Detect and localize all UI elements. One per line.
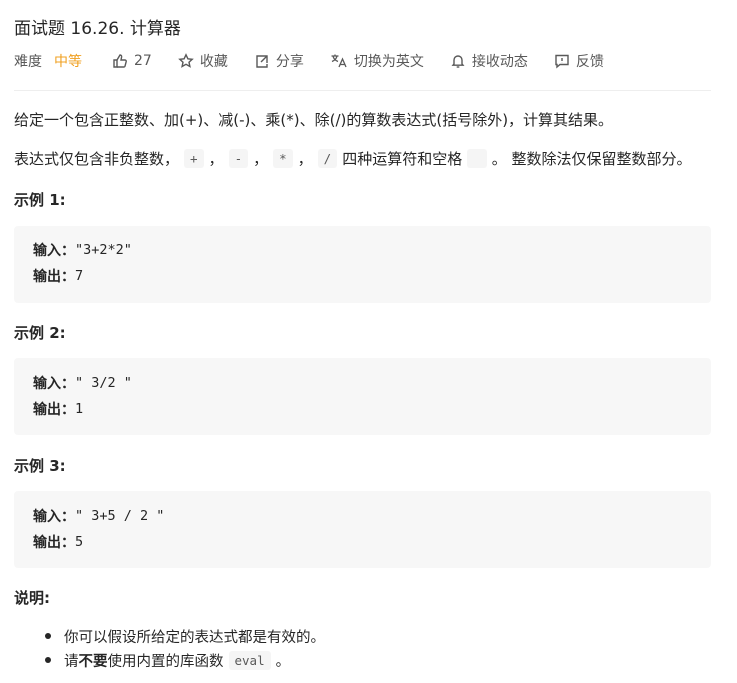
- example-output: 输出： 7: [33, 266, 83, 286]
- bell-icon: [451, 55, 465, 68]
- example-output: 输出： 1: [33, 399, 83, 419]
- input-value: " 3+5 / 2 ": [75, 508, 165, 524]
- output-label: 输出：: [33, 535, 75, 551]
- difficulty-value: 中等: [54, 54, 82, 70]
- problem-page: 面试题 16.26. 计算器 难度 中等 27 收藏 分享 切换为英文 接收动态…: [0, 0, 737, 683]
- note-text: 你可以假设所给定的表达式都是有效的。: [64, 629, 325, 646]
- description-text: 四种运算符和空格: [342, 150, 463, 168]
- favorite-button[interactable]: 收藏: [178, 51, 228, 71]
- like-button[interactable]: 27: [112, 53, 152, 69]
- note-bold-text: 不要: [78, 653, 108, 670]
- input-label: 输入：: [33, 509, 75, 525]
- example-input: 输入： "3+2*2": [33, 240, 132, 260]
- description-line-2: 表达式仅包含非负整数， + ， - ， * ， / 四种运算符和空格 。 整数除…: [14, 148, 692, 169]
- note-text: 请: [64, 653, 79, 670]
- example-output: 输出： 5: [33, 532, 83, 552]
- feedback-button[interactable]: 反馈: [554, 51, 604, 71]
- example-heading: 示例 3:: [14, 457, 66, 475]
- note-text: 。: [275, 653, 291, 670]
- input-label: 输入：: [33, 243, 75, 259]
- output-value: 1: [75, 401, 84, 417]
- description-text: 。 整数除法仅保留整数部分。: [491, 150, 692, 168]
- list-item: 请不要 使用内置的库函数 eval 。: [40, 648, 325, 672]
- description-text: 表达式仅包含非负整数，: [14, 150, 180, 168]
- translate-icon: [331, 54, 347, 68]
- thumbs-up-icon: [113, 54, 127, 68]
- input-label: 输入：: [33, 376, 75, 392]
- follow-label: 接收动态: [471, 54, 528, 70]
- code-multiply: *: [273, 149, 293, 168]
- example-code-block: 输入： "3+2*2" 输出： 7: [14, 226, 711, 303]
- code-eval: eval: [228, 650, 271, 670]
- output-label: 输出：: [33, 269, 75, 285]
- difficulty-label: 难度: [14, 54, 42, 70]
- notes-heading: 说明:: [14, 589, 50, 607]
- share-label: 分享: [275, 54, 304, 70]
- list-item: 你可以假设所给定的表达式都是有效的。: [40, 624, 325, 648]
- example-heading: 示例 1:: [14, 191, 66, 209]
- output-value: 7: [75, 268, 84, 284]
- output-label: 输出：: [33, 402, 75, 418]
- switch-language-label: 切换为英文: [353, 54, 424, 70]
- code-space: [467, 149, 487, 168]
- code-plus: +: [184, 149, 204, 168]
- like-count: 27: [134, 53, 152, 69]
- favorite-label: 收藏: [199, 54, 228, 70]
- example-input: 输入： " 3+5 / 2 ": [33, 506, 164, 526]
- input-value: "3+2*2": [75, 242, 132, 258]
- follow-button[interactable]: 接收动态: [450, 51, 528, 71]
- feedback-label: 反馈: [575, 54, 604, 70]
- input-value: " 3/2 ": [75, 375, 132, 391]
- output-value: 5: [75, 534, 84, 550]
- switch-language-button[interactable]: 切换为英文: [330, 51, 424, 71]
- separator: ，: [297, 150, 313, 168]
- example-code-block: 输入： " 3+5 / 2 " 输出： 5: [14, 491, 711, 568]
- description-line-1: 给定一个包含正整数、加(+)、减(-)、乘(*)、除(/)的算数表达式(括号除外…: [14, 111, 614, 129]
- code-divide: /: [317, 149, 338, 168]
- notes-list: 你可以假设所给定的表达式都是有效的。 请不要 使用内置的库函数 eval 。: [40, 624, 325, 672]
- star-icon: [178, 53, 194, 68]
- divider: [14, 90, 711, 91]
- share-icon: [256, 55, 268, 68]
- problem-meta-bar: 难度 中等 27 收藏 分享 切换为英文 接收动态 反馈: [14, 48, 630, 74]
- example-heading: 示例 2:: [14, 324, 66, 342]
- note-text: 使用内置的库函数: [107, 653, 224, 670]
- problem-title: 面试题 16.26. 计算器: [14, 19, 181, 39]
- code-minus: -: [228, 149, 249, 168]
- separator: ，: [208, 150, 224, 168]
- example-code-block: 输入： " 3/2 " 输出： 1: [14, 358, 711, 435]
- example-input: 输入： " 3/2 ": [33, 373, 132, 393]
- share-button[interactable]: 分享: [254, 51, 304, 71]
- separator: ，: [253, 150, 269, 168]
- feedback-icon: [555, 54, 569, 69]
